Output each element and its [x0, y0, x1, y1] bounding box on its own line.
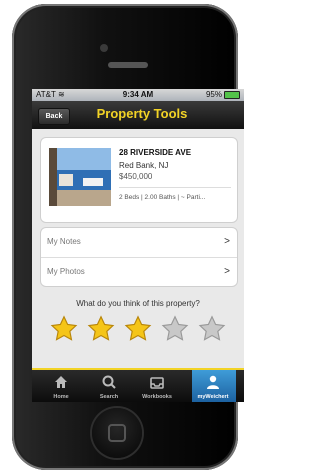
battery-percent: 95%	[205, 90, 222, 99]
tab-label: Workbooks	[142, 394, 172, 400]
menu-item-my-photos[interactable]: My Photos >	[41, 257, 237, 287]
menu-item-label: My Notes	[47, 237, 81, 246]
user-icon	[207, 375, 219, 389]
earpiece-speaker	[108, 62, 148, 68]
property-price: $450,000	[119, 172, 153, 181]
app-screen: AT&T ≋ 9:34 AM 95% Back Property Tools 2…	[32, 89, 244, 402]
chevron-right-icon: >	[224, 236, 230, 247]
battery-icon	[224, 90, 240, 99]
home-square-icon	[108, 424, 126, 442]
tab-label: myWeichert	[197, 394, 229, 400]
property-city: Red Bank, NJ	[119, 161, 169, 170]
tools-menu: My Notes > My Photos >	[40, 227, 238, 287]
back-button[interactable]: Back	[38, 108, 70, 125]
battery-status: 95%	[206, 90, 240, 99]
search-icon	[102, 375, 116, 389]
star-2-icon[interactable]	[87, 315, 115, 343]
star-rating	[50, 315, 230, 349]
tab-workbooks[interactable]: Workbooks	[136, 370, 178, 402]
star-3-icon[interactable]	[124, 315, 152, 343]
menu-item-my-notes[interactable]: My Notes >	[41, 228, 237, 257]
page-title: Property Tools	[96, 106, 188, 121]
tab-label: Home	[53, 394, 69, 400]
star-4-icon[interactable]	[161, 315, 189, 343]
card-divider	[119, 187, 231, 188]
chevron-right-icon: >	[224, 266, 230, 277]
front-camera	[100, 44, 108, 52]
tab-search[interactable]: Search	[88, 370, 130, 402]
menu-item-label: My Photos	[47, 267, 85, 276]
star-5-icon[interactable]	[198, 315, 226, 343]
home-icon	[55, 376, 67, 388]
home-button[interactable]	[92, 408, 142, 458]
navigation-bar: Back Property Tools	[32, 101, 244, 129]
status-bar: AT&T ≋ 9:34 AM 95%	[32, 89, 244, 101]
property-photo	[49, 148, 111, 206]
tab-label: Search	[99, 394, 119, 400]
star-1-icon[interactable]	[50, 315, 78, 343]
tab-bar: Home Search Workbooks myWeichert	[32, 368, 244, 402]
rating-question: What do you think of this property?	[76, 299, 200, 308]
tab-myweichert[interactable]: myWeichert	[192, 370, 236, 402]
tab-home[interactable]: Home	[40, 370, 82, 402]
inbox-icon	[150, 377, 164, 389]
property-address: 28 RIVERSIDE AVE	[119, 148, 192, 157]
property-card[interactable]: 28 RIVERSIDE AVE Red Bank, NJ $450,000 2…	[40, 137, 238, 223]
property-details: 2 Beds | 2.00 Baths | ~ Parti...	[119, 194, 206, 201]
